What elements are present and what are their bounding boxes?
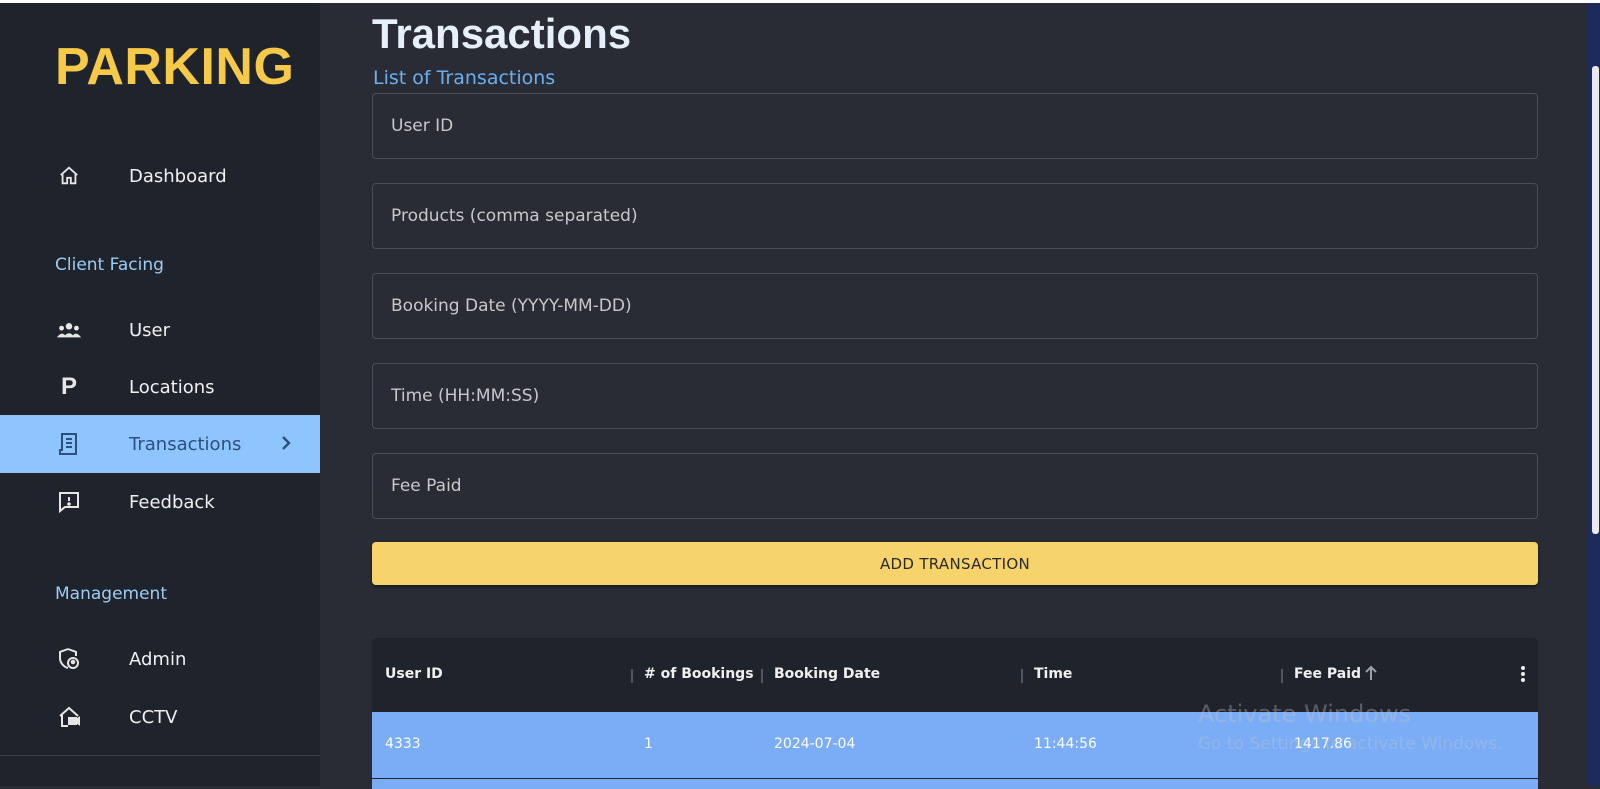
cell-booking-date: 2024-07-04 <box>774 736 856 752</box>
sort-ascending-icon[interactable] <box>1364 665 1378 685</box>
sidebar-item-label: Dashboard <box>129 165 227 187</box>
main-content: Transactions List of Transactions ADD TR… <box>320 3 1588 789</box>
column-header-time[interactable]: Time <box>1034 666 1072 682</box>
section-client-facing: Client Facing <box>55 255 164 275</box>
sidebar-item-label: Locations <box>129 376 215 398</box>
column-header-booking-date[interactable]: Booking Date <box>774 666 880 682</box>
column-separator[interactable] <box>1281 669 1283 683</box>
sidebar-item-transactions[interactable]: Transactions <box>0 415 320 473</box>
time-field[interactable] <box>372 363 1538 429</box>
column-header-fee-paid[interactable]: Fee Paid <box>1294 666 1361 682</box>
add-transaction-button[interactable]: ADD TRANSACTION <box>372 542 1538 585</box>
fee-paid-field[interactable] <box>372 453 1538 519</box>
sidebar-item-feedback[interactable]: Feedback <box>0 473 320 531</box>
sidebar-item-locations[interactable]: P Locations <box>0 358 320 416</box>
receipt-icon <box>56 431 82 457</box>
column-separator[interactable] <box>1021 669 1023 683</box>
sidebar-item-label: Feedback <box>129 491 215 513</box>
page-title: Transactions <box>372 10 632 57</box>
home-icon <box>56 163 82 189</box>
column-separator[interactable] <box>631 669 633 683</box>
home-camera-icon <box>56 704 82 730</box>
brand-logo[interactable]: PARKING <box>55 37 294 97</box>
products-field[interactable] <box>372 183 1538 249</box>
sidebar-divider <box>0 755 320 756</box>
scrollbar-thumb[interactable] <box>1592 66 1599 534</box>
sidebar-item-cctv[interactable]: CCTV <box>0 688 320 746</box>
user-id-input[interactable] <box>373 94 1537 158</box>
column-menu-icon[interactable] <box>1520 665 1526 688</box>
cell-user-id: 4333 <box>385 736 421 752</box>
cell-time: 11:44:56 <box>1034 736 1097 752</box>
column-header-bookings[interactable]: # of Bookings <box>644 666 754 682</box>
sidebar-item-user[interactable]: User <box>0 301 320 359</box>
chevron-right-icon <box>280 432 292 456</box>
sidebar-item-label: Transactions <box>129 433 242 455</box>
feedback-icon <box>56 489 82 515</box>
cell-fee-paid: 1417.86 <box>1294 736 1352 752</box>
admin-shield-icon <box>56 646 82 672</box>
products-input[interactable] <box>373 184 1537 248</box>
table-row[interactable]: 4333 1 2024-07-04 11:44:56 1417.86 <box>372 712 1538 778</box>
table-row-partial[interactable] <box>372 779 1538 789</box>
fee-paid-input[interactable] <box>373 454 1537 518</box>
sidebar-item-label: CCTV <box>129 706 178 728</box>
parking-icon: P <box>60 373 77 400</box>
column-header-user-id[interactable]: User ID <box>385 666 443 682</box>
sidebar-item-label: Admin <box>129 648 187 670</box>
column-separator[interactable] <box>761 669 763 683</box>
page-subtitle: List of Transactions <box>373 67 556 89</box>
user-id-field[interactable] <box>372 93 1538 159</box>
time-input[interactable] <box>373 364 1537 428</box>
sidebar: PARKING Dashboard Client Facing User P L… <box>0 3 320 786</box>
sidebar-item-label: User <box>129 319 171 341</box>
transactions-table: User ID # of Bookings Booking Date Time … <box>372 638 1538 789</box>
sidebar-item-dashboard[interactable]: Dashboard <box>0 147 320 205</box>
section-management: Management <box>55 584 167 604</box>
table-header: User ID # of Bookings Booking Date Time … <box>372 638 1538 712</box>
sidebar-item-admin[interactable]: Admin <box>0 630 320 688</box>
cell-bookings: 1 <box>644 736 653 752</box>
booking-date-field[interactable] <box>372 273 1538 339</box>
booking-date-input[interactable] <box>373 274 1537 338</box>
group-icon <box>56 317 82 343</box>
